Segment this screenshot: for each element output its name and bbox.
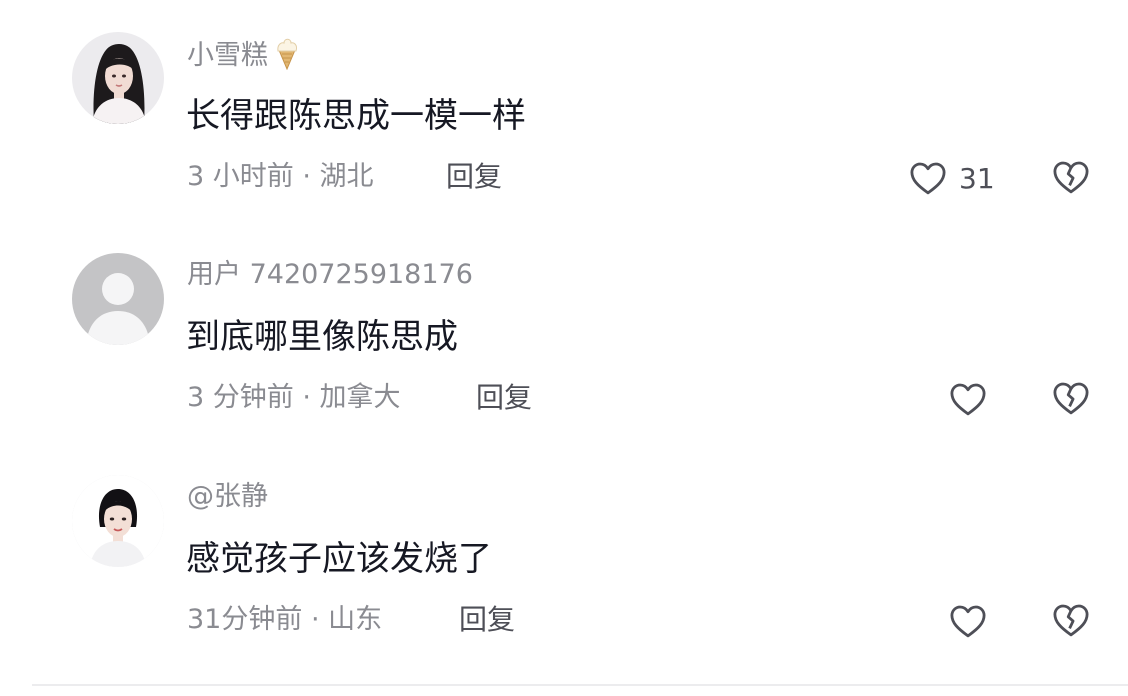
comment-time-location: 3 分钟前 · 加拿大 bbox=[187, 382, 401, 413]
like-button[interactable] bbox=[947, 599, 989, 643]
heart-icon bbox=[947, 378, 989, 420]
comment-item: 小雪糕 长得跟陈思成一模一样 3 小时前 · 湖北 回复 31 bbox=[0, 0, 1128, 200]
user-avatar[interactable] bbox=[72, 475, 164, 567]
like-count: 31 bbox=[959, 161, 995, 195]
like-button[interactable] bbox=[947, 377, 989, 421]
comment-text: 感觉孩子应该发烧了 bbox=[186, 539, 492, 579]
comment-time-location: 31分钟前 · 山东 bbox=[187, 604, 383, 635]
comment-username[interactable]: 用户 7420725918176 bbox=[187, 257, 473, 293]
divider bbox=[32, 684, 1128, 686]
broken-heart-icon bbox=[1050, 599, 1092, 641]
broken-heart-icon bbox=[1050, 377, 1092, 419]
dislike-button[interactable] bbox=[1050, 599, 1092, 641]
comment-list: 小雪糕 长得跟陈思成一模一样 3 小时前 · 湖北 回复 31 用户 74207… bbox=[0, 0, 1128, 696]
heart-icon bbox=[947, 600, 989, 642]
dislike-button[interactable] bbox=[1050, 156, 1092, 198]
reply-button[interactable]: 回复 bbox=[446, 159, 502, 195]
heart-icon bbox=[907, 157, 949, 199]
comment-text: 长得跟陈思成一模一样 bbox=[186, 96, 526, 136]
comment-username[interactable]: 小雪糕 bbox=[187, 36, 300, 80]
comment-item: 用户 7420725918176 到底哪里像陈思成 3 分钟前 · 加拿大 回复 bbox=[0, 221, 1128, 421]
default-avatar[interactable] bbox=[72, 253, 164, 345]
reply-button[interactable]: 回复 bbox=[459, 602, 515, 638]
comment-text: 到底哪里像陈思成 bbox=[186, 317, 458, 357]
reply-button[interactable]: 回复 bbox=[476, 380, 532, 416]
like-button[interactable]: 31 bbox=[907, 156, 995, 200]
dislike-button[interactable] bbox=[1050, 377, 1092, 419]
broken-heart-icon bbox=[1050, 156, 1092, 198]
comment-username[interactable]: @张静 bbox=[187, 479, 268, 515]
ice-cream-icon bbox=[274, 36, 300, 80]
user-avatar[interactable] bbox=[72, 32, 164, 124]
comment-item: @张静 感觉孩子应该发烧了 31分钟前 · 山东 回复 bbox=[0, 443, 1128, 643]
comment-time-location: 3 小时前 · 湖北 bbox=[187, 161, 374, 192]
